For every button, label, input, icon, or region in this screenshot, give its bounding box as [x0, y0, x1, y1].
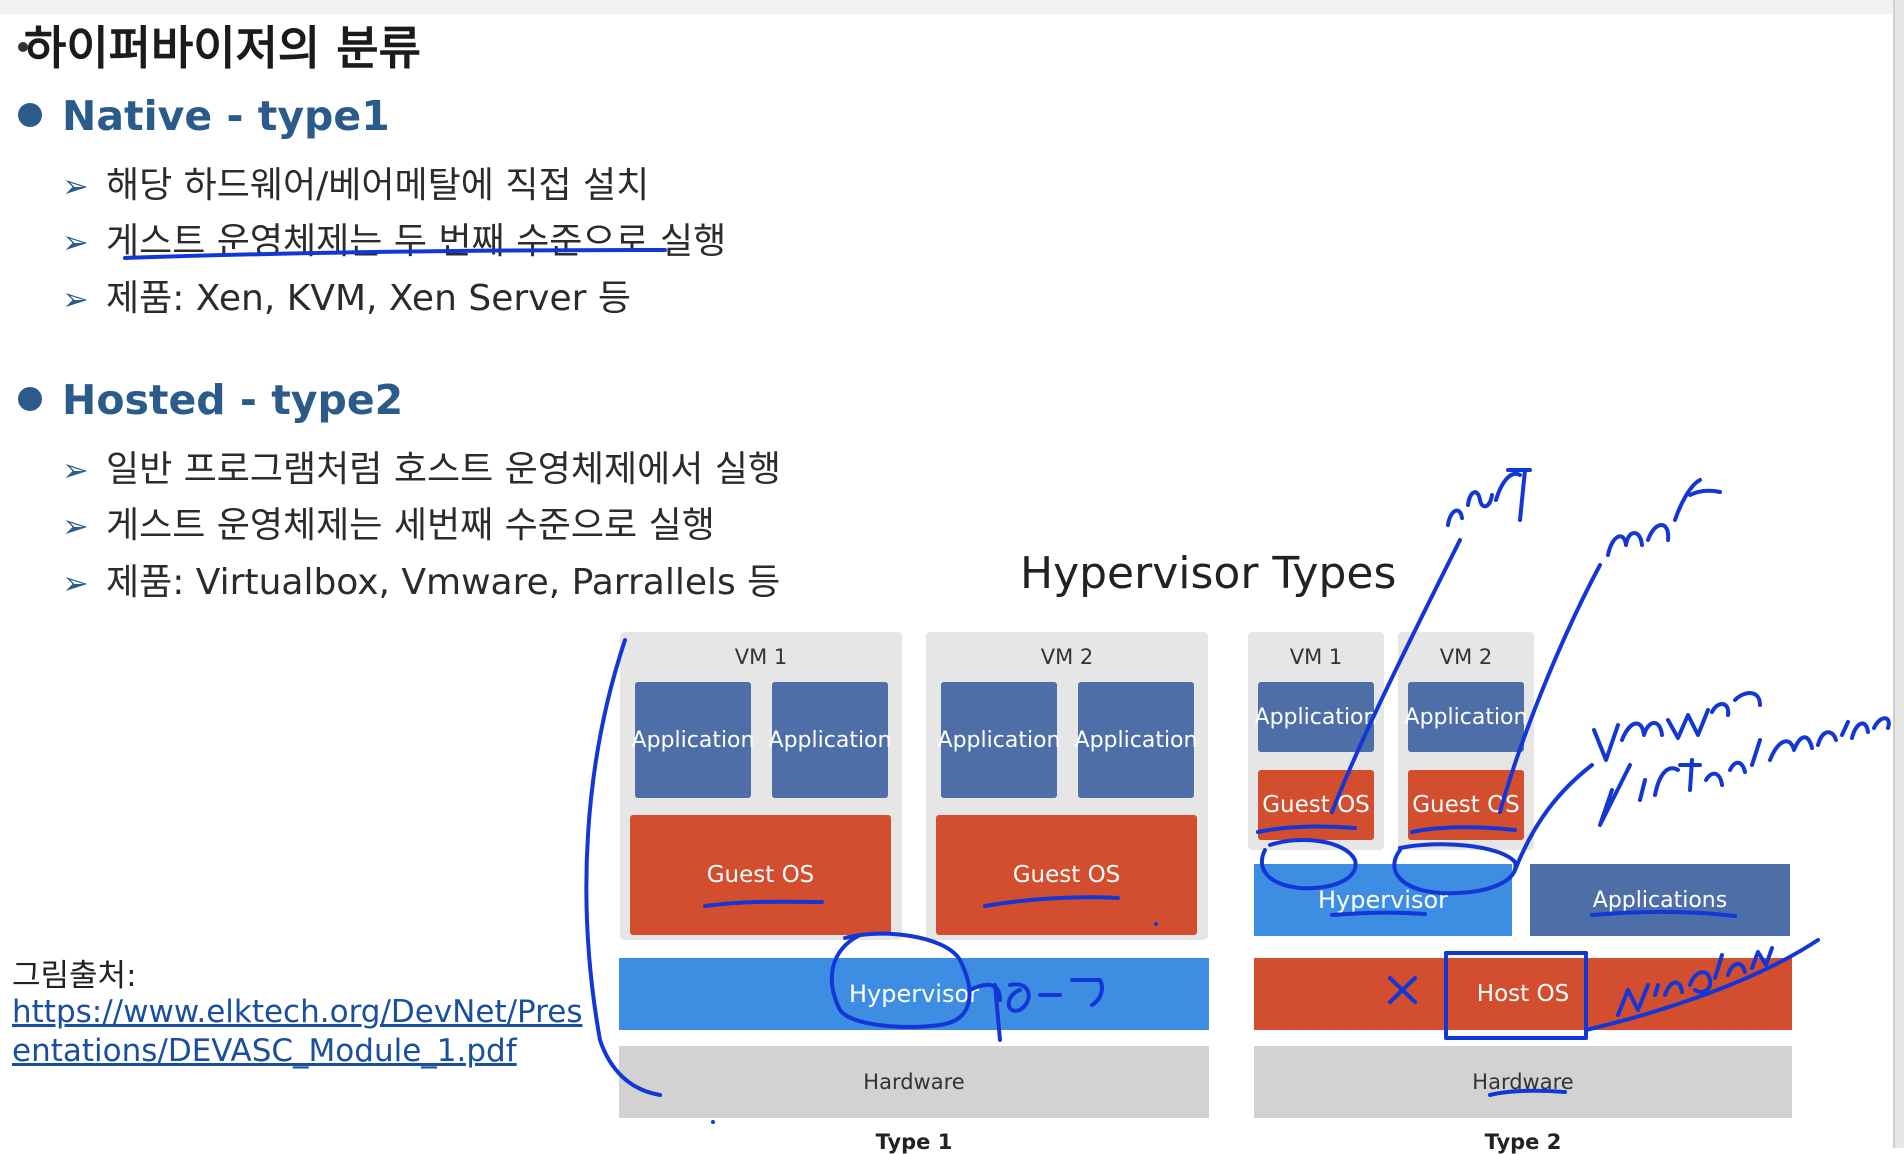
ink-word-virtual-machine [1598, 716, 1891, 827]
ink-word-ubuntu [1446, 468, 1532, 527]
bullet-dot-icon [18, 103, 42, 127]
native-item-1: ➢ 해당 하드웨어/베어메탈에 직접 설치 [62, 156, 649, 208]
type1-hypervisor: Hypervisor [619, 958, 1209, 1030]
image-credit-link[interactable]: https://www.elktech.org/DevNet/Presentat… [12, 993, 592, 1071]
ink-word-mac [1606, 478, 1722, 557]
type1-caption: Type 1 [875, 1130, 953, 1154]
hosted-item-1: ➢ 일반 프로그램처럼 호스트 운영체제에서 실행 [62, 440, 781, 492]
arrow-bullet-icon: ➢ [62, 451, 89, 489]
hosted-item-2-text: 게스트 운영체제는 세번째 수준으로 실행 [106, 505, 715, 546]
native-item-2-text: 게스트 운영체제는 두 번째 수준으로 실행 [106, 221, 727, 262]
type1-vm1-guest-os: Guest OS [630, 815, 891, 935]
type2-applications: Applications [1530, 864, 1790, 936]
type1-vm2-guest-os: Guest OS [936, 815, 1197, 935]
hosted-heading-text: Hosted - type2 [62, 376, 404, 424]
page-title: 하이퍼바이저의 분류 [18, 12, 421, 78]
type1-vm2-app2: Application [1075, 682, 1197, 798]
type2-vm2-guest-os: Guest OS [1408, 770, 1524, 840]
diagram-title: Hypervisor Types [1020, 548, 1397, 599]
type1-vm2-app1: Application [938, 682, 1060, 798]
type2-vm1-label: VM 1 [1289, 645, 1343, 669]
type2-hypervisor: Hypervisor [1254, 864, 1512, 936]
scrollbar-track[interactable] [1895, 0, 1904, 1148]
type2-vm2-app: Application [1405, 682, 1527, 752]
arrow-bullet-icon: ➢ [62, 280, 89, 318]
title-bullet-icon [18, 42, 28, 52]
hosted-item-3-text: 제품: Virtualbox, Vmware, Parrallels 등 [106, 562, 781, 603]
type2-vm1-app: Application [1255, 682, 1377, 752]
type1-vm1-app2: Application [769, 682, 891, 798]
arrow-bullet-icon: ➢ [62, 564, 89, 602]
type1-vm2-label: VM 2 [1040, 645, 1094, 669]
hosted-item-1-text: 일반 프로그램처럼 호스트 운영체제에서 실행 [106, 449, 782, 490]
native-heading-text: Native - type1 [62, 92, 390, 140]
hosted-item-3: ➢ 제품: Virtualbox, Vmware, Parrallels 등 [62, 553, 780, 605]
native-item-2: ➢ 게스트 운영체제는 두 번째 수준으로 실행 [62, 212, 726, 264]
type1-vm1-app1: Application [632, 682, 754, 798]
hosted-item-2: ➢ 게스트 운영체제는 세번째 수준으로 실행 [62, 496, 715, 548]
native-item-3-text: 제품: Xen, KVM, Xen Server 등 [106, 278, 631, 319]
arrow-bullet-icon: ➢ [62, 167, 89, 205]
arrow-bullet-icon: ➢ [62, 507, 89, 545]
bullet-dot-icon [18, 387, 42, 411]
type2-host-os: Host OS [1254, 958, 1792, 1030]
hosted-heading: Hosted - type2 [18, 376, 403, 424]
ink-word-vmware [1592, 691, 1762, 762]
image-credit-label: 그림출처: [12, 958, 137, 994]
native-heading: Native - type1 [18, 92, 390, 140]
native-item-1-text: 해당 하드웨어/베어메탈에 직접 설치 [106, 165, 650, 206]
page-title-text: 하이퍼바이저의 분류 [24, 21, 421, 75]
type2-vm1-guest-os: Guest OS [1258, 770, 1374, 840]
type1-vm1-label: VM 1 [734, 645, 788, 669]
type2-caption: Type 2 [1484, 1130, 1562, 1154]
type1-hardware: Hardware [619, 1046, 1209, 1118]
type2-vm2-label: VM 2 [1439, 645, 1493, 669]
arrow-bullet-icon: ➢ [62, 223, 89, 261]
type2-hardware: Hardware [1254, 1046, 1792, 1118]
native-item-3: ➢ 제품: Xen, KVM, Xen Server 등 [62, 269, 631, 321]
